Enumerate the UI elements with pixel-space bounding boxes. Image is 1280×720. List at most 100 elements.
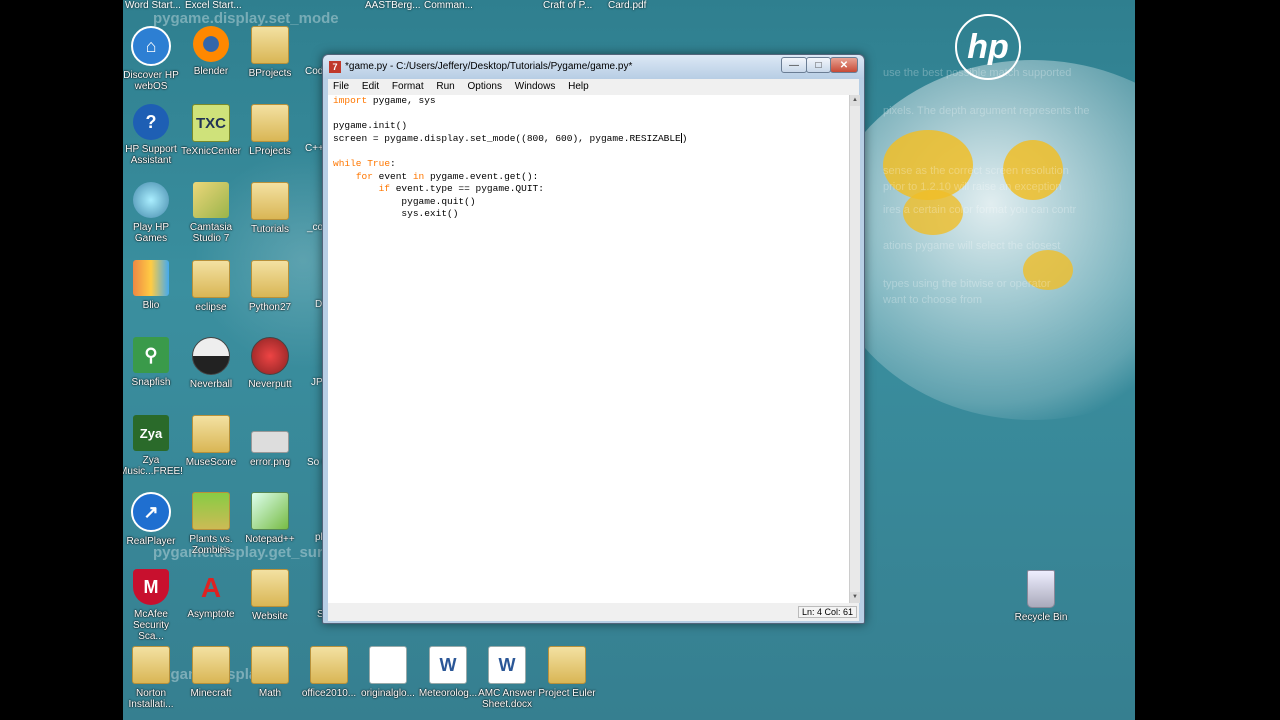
desktop-icon-musescore[interactable]: MuseScore: [179, 415, 243, 468]
icon-label: HP Support Assistant: [125, 144, 177, 166]
icon-label: Meteorolog...: [418, 688, 478, 699]
desktop-icon-office2010[interactable]: office2010...: [297, 646, 361, 699]
desktop-icon-plants-vs-zombies[interactable]: Plants vs. Zombies: [179, 492, 243, 556]
desktop-icon-aastberg[interactable]: AASTBerg...: [365, 0, 421, 11]
desktop-icon-python27[interactable]: Python27: [238, 260, 302, 313]
desktop-icon-zya-music[interactable]: Zya Zya Music...FREE!: [123, 415, 183, 477]
desktop-icon-excel-start[interactable]: Excel Start...: [185, 0, 242, 11]
desktop-icon-math[interactable]: Math: [238, 646, 302, 699]
desktop-icon-mcafee[interactable]: M McAfee Security Sca...: [123, 569, 183, 642]
scroll-up-arrow-icon[interactable]: ▲: [850, 95, 860, 106]
desktop-icon-neverball[interactable]: Neverball: [179, 337, 243, 390]
idle-editor-window[interactable]: 7 *game.py - C:/Users/Jeffery/Desktop/Tu…: [322, 54, 865, 624]
desktop-icon-error-png[interactable]: error.png: [238, 415, 302, 468]
maximize-button[interactable]: □: [806, 57, 831, 73]
desktop-icon-hp-support-assistant[interactable]: ? HP Support Assistant: [123, 104, 183, 166]
desktop-icon-neverputt[interactable]: Neverputt: [238, 337, 302, 390]
icon-label: LProjects: [249, 146, 291, 157]
menu-edit[interactable]: Edit: [357, 79, 384, 94]
icon-label: Plants vs. Zombies: [189, 534, 233, 556]
icon-label: Snapfish: [131, 377, 171, 388]
menu-windows[interactable]: Windows: [510, 79, 561, 94]
menu-run[interactable]: Run: [431, 79, 459, 94]
close-button[interactable]: ✕: [830, 57, 858, 73]
desktop-icon-texniccenter[interactable]: TXC TeXnicCenter: [179, 104, 243, 157]
code-line-7: for event in pygame.event.get():: [355, 170, 539, 182]
snapfish-icon: ⚲: [133, 337, 169, 373]
desktop-icon-realplayer[interactable]: ↗ RealPlayer: [123, 492, 183, 547]
menu-help[interactable]: Help: [563, 79, 594, 94]
icon-label: originalglo...: [361, 688, 415, 699]
folder-icon: [310, 646, 348, 684]
menu-format[interactable]: Format: [387, 79, 429, 94]
status-bar: Ln: 4 Col: 61: [328, 603, 859, 621]
desktop-icon-originalglo[interactable]: originalglo...: [356, 646, 420, 699]
desktop-icon-partial-jp[interactable]: JP: [311, 377, 323, 388]
icon-label: eclipse: [195, 302, 227, 313]
desktop-icon-snapfish[interactable]: ⚲ Snapfish: [123, 337, 183, 388]
folder-icon: [251, 569, 289, 607]
desktop-icon-asymptote[interactable]: A Asymptote: [179, 569, 243, 620]
desktop-icon-meteorology[interactable]: W Meteorolog...: [416, 646, 480, 699]
menu-options[interactable]: Options: [463, 79, 507, 94]
desktop-icon-craft-of-p[interactable]: Craft of P...: [543, 0, 592, 11]
desktop-icon-project-euler[interactable]: Project Euler: [535, 646, 599, 699]
hp-webos-icon: ⌂: [131, 26, 171, 66]
desktop-icon-camtasia[interactable]: Camtasia Studio 7: [179, 182, 243, 244]
desktop-icon-lprojects[interactable]: LProjects: [238, 104, 302, 157]
code-line-6: while True:: [333, 157, 396, 169]
desktop-icon-blender[interactable]: Blender: [179, 26, 243, 77]
code-editor[interactable]: import pygame, sys pygame.init() screen …: [328, 95, 849, 603]
icon-label: Math: [258, 688, 282, 699]
icon-label: McAfee Security Sca...: [132, 609, 170, 642]
desktop-icon-command[interactable]: Comman...: [424, 0, 473, 11]
desktop-icon-play-hp-games[interactable]: Play HP Games: [123, 182, 183, 244]
icon-label: MuseScore: [185, 457, 237, 468]
desktop-icon-minecraft[interactable]: Minecraft: [179, 646, 243, 699]
menu-file[interactable]: File: [328, 79, 354, 94]
games-icon: [133, 182, 169, 218]
desktop-icon-word-start[interactable]: Word Start...: [125, 0, 181, 11]
recycle-bin-icon: [1027, 570, 1055, 608]
vertical-scrollbar[interactable]: ▲ ▼: [849, 95, 860, 603]
desktop-icon-discover-hp-webos[interactable]: ⌂ Discover HP webOS: [123, 26, 183, 92]
icon-label: Play HP Games: [132, 222, 170, 244]
zya-icon: Zya: [133, 415, 169, 451]
desktop-icon-bprojects[interactable]: BProjects: [238, 26, 302, 79]
scroll-down-arrow-icon[interactable]: ▼: [850, 592, 860, 603]
mcafee-icon: M: [133, 569, 169, 605]
desktop-icon-eclipse[interactable]: eclipse: [179, 260, 243, 313]
ghost-heading-1: pygame.display.set_mode: [153, 10, 339, 27]
txc-icon: TXC: [192, 104, 230, 142]
desktop-icon-amc-answer-sheet[interactable]: W AMC Answer Sheet.docx: [475, 646, 539, 710]
blio-icon: [133, 260, 169, 296]
desktop-icon-recycle-bin[interactable]: Recycle Bin: [1009, 570, 1073, 623]
desktop-icon-norton-installation[interactable]: Norton Installati...: [123, 646, 183, 710]
blender-icon: [193, 26, 229, 62]
hp-logo: hp: [955, 14, 1021, 80]
icon-label: RealPlayer: [126, 536, 176, 547]
ghost-text-2: pixels. The depth argument represents th…: [883, 105, 1090, 117]
code-line-9: pygame.quit(): [333, 195, 476, 207]
minimize-button[interactable]: —: [781, 57, 807, 73]
ghost-text-4: prior to 1.2.10 will raise an exception: [883, 181, 1062, 193]
icon-label: Blio: [142, 300, 160, 311]
code-line-8: if event.type == pygame.QUIT:: [378, 183, 544, 195]
ghost-text-5: ires a certain color format you can cont…: [883, 204, 1077, 216]
desktop-icon-partial-co[interactable]: _co: [307, 222, 323, 233]
desktop-icon-partial-cod[interactable]: Cod: [305, 66, 323, 77]
desktop-icon-blio[interactable]: Blio: [123, 260, 183, 311]
camtasia-icon: [193, 182, 229, 218]
icon-label: error.png: [249, 457, 291, 468]
desktop-icon-website[interactable]: Website: [238, 569, 302, 622]
desktop-icon-card-pdf[interactable]: Card.pdf: [608, 0, 646, 11]
desktop-icon-tutorials[interactable]: Tutorials: [238, 182, 302, 235]
icon-label: Recycle Bin: [1014, 612, 1068, 623]
icon-label: Website: [252, 611, 288, 622]
window-titlebar[interactable]: 7 *game.py - C:/Users/Jeffery/Desktop/Tu…: [323, 55, 864, 79]
icon-label: Asymptote: [187, 609, 235, 620]
icon-label: Notepad++: [245, 534, 295, 545]
desktop-icon-notepad-plus[interactable]: Notepad++: [238, 492, 302, 545]
